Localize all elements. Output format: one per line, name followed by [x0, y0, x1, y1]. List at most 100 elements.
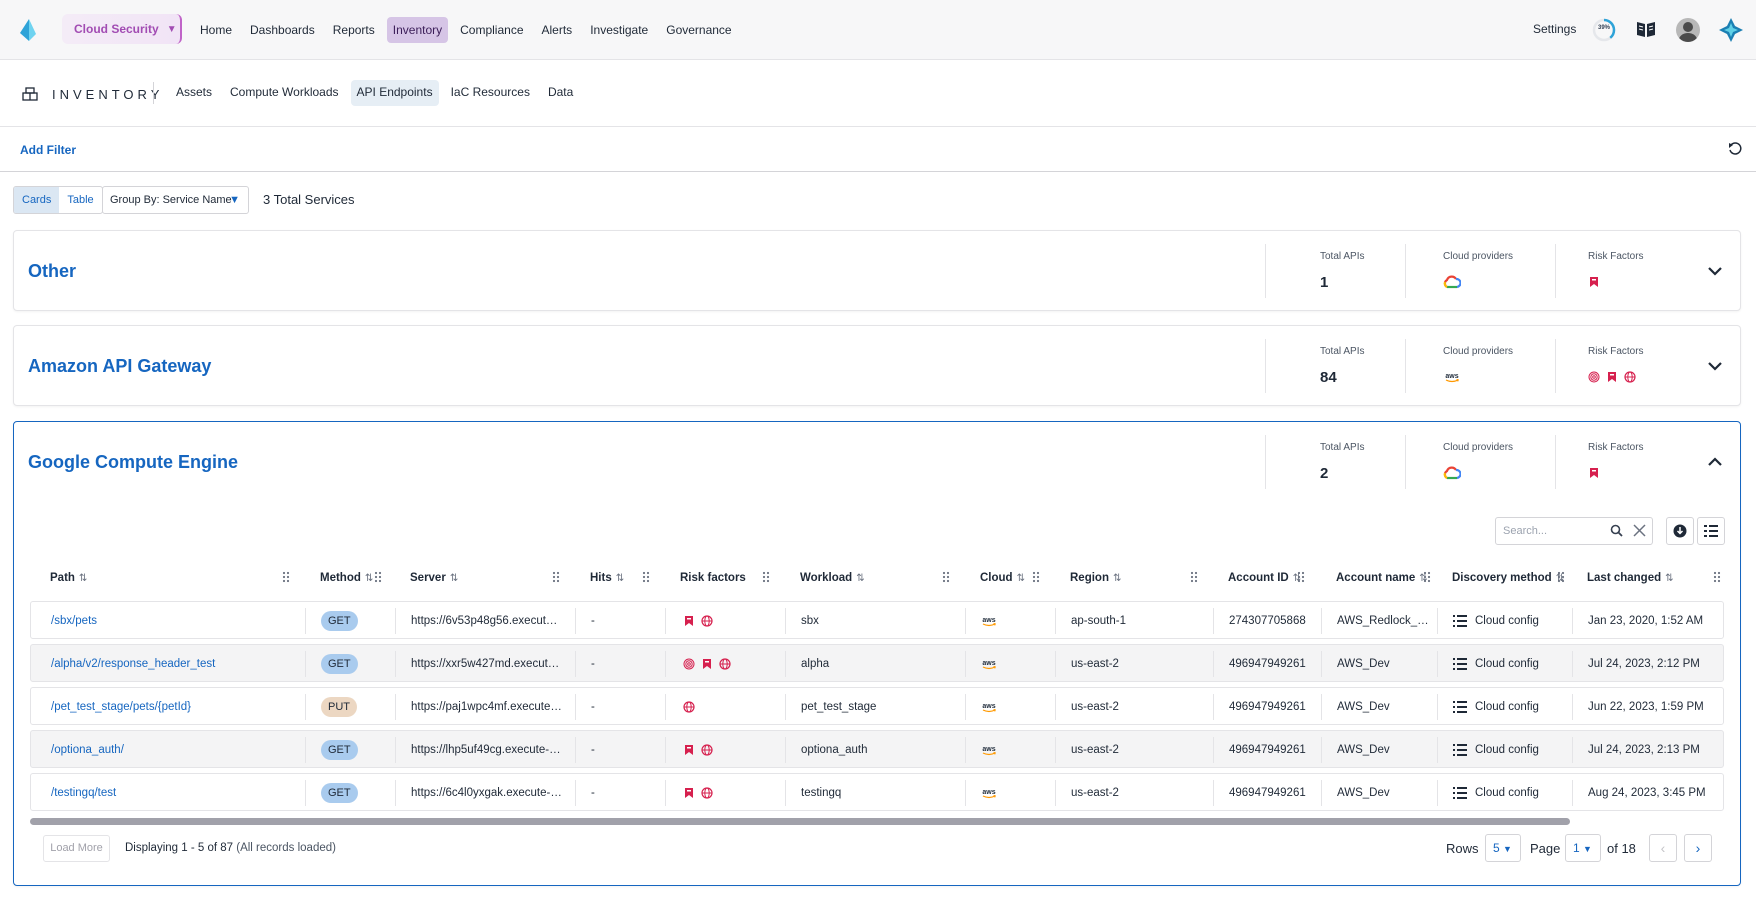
nav-item-alerts[interactable]: Alerts: [536, 17, 579, 43]
path-link[interactable]: /sbx/pets: [51, 602, 301, 640]
next-page-button[interactable]: ›: [1684, 834, 1712, 862]
total-apis-label: Total APIs: [1320, 251, 1365, 262]
sort-icon[interactable]: ⇅: [450, 573, 458, 584]
column-header-workload[interactable]: Workload ⇅: [800, 569, 865, 587]
group-by-select[interactable]: Group By: Service Name ▼: [102, 186, 249, 214]
column-header-method[interactable]: Method ⇅: [320, 569, 373, 587]
column-header-discovery-method[interactable]: Discovery method ⇅: [1452, 569, 1564, 587]
nav-item-compliance[interactable]: Compliance: [454, 17, 529, 43]
tab-data[interactable]: Data: [542, 80, 579, 106]
nav-item-inventory[interactable]: Inventory: [386, 17, 449, 43]
progress-indicator[interactable]: 39%: [1592, 18, 1616, 42]
service-name[interactable]: Amazon API Gateway: [28, 356, 211, 377]
tab-assets[interactable]: Assets: [170, 80, 218, 106]
sort-icon[interactable]: ⇅: [856, 573, 864, 584]
download-button[interactable]: [1666, 517, 1694, 545]
view-table-button[interactable]: Table: [59, 187, 101, 213]
table-search-input[interactable]: Search...: [1495, 517, 1653, 545]
nav-item-reports[interactable]: Reports: [327, 17, 381, 43]
tab-api-endpoints[interactable]: API Endpoints: [350, 80, 439, 106]
cell-divider: [965, 651, 966, 677]
chevron-up-icon[interactable]: [1706, 453, 1724, 471]
prev-page-button[interactable]: ‹: [1649, 834, 1677, 862]
nav-item-dashboards[interactable]: Dashboards: [244, 17, 321, 43]
column-header-risk-factors[interactable]: Risk factors: [680, 569, 746, 587]
column-drag-handle-icon[interactable]: [1297, 571, 1305, 583]
chevron-down-icon[interactable]: [1706, 262, 1724, 280]
chevron-down-icon[interactable]: [1706, 357, 1724, 375]
last-changed: Jan 23, 2020, 1:52 AM: [1588, 615, 1704, 627]
nav-item-home[interactable]: Home: [194, 17, 238, 43]
column-header-server[interactable]: Server ⇅: [410, 569, 458, 587]
reset-icon[interactable]: [1728, 142, 1742, 156]
add-filter-button[interactable]: Add Filter: [20, 143, 76, 157]
column-drag-handle-icon[interactable]: [762, 571, 770, 583]
column-header-region[interactable]: Region ⇅: [1070, 569, 1121, 587]
list-icon: [1453, 615, 1467, 627]
column-drag-handle-icon[interactable]: [282, 571, 290, 583]
column-drag-handle-icon[interactable]: [1713, 571, 1721, 583]
globe-risk-icon: [719, 658, 731, 670]
assistant-sparkle-icon[interactable]: [1718, 17, 1744, 43]
sort-icon[interactable]: ⇅: [616, 573, 624, 584]
cell-divider: [575, 608, 576, 634]
method-badge: GET: [321, 783, 358, 803]
nav-item-investigate[interactable]: Investigate: [584, 17, 654, 43]
risk-factor-icons: [1588, 369, 1718, 385]
column-drag-handle-icon[interactable]: [942, 571, 950, 583]
book-icon[interactable]: [1636, 20, 1656, 38]
sort-icon[interactable]: ⇅: [1665, 573, 1673, 584]
column-header-last-changed[interactable]: Last changed ⇅: [1587, 569, 1674, 587]
column-header-cloud[interactable]: Cloud ⇅: [980, 569, 1025, 587]
page-select[interactable]: 1 ▼: [1565, 834, 1601, 862]
table-row[interactable]: /optiona_auth/GET https://lhp5uf49cg.exec…: [30, 730, 1724, 768]
prisma-logo-icon[interactable]: [16, 17, 42, 43]
cell-divider: [665, 737, 666, 763]
clear-icon[interactable]: [1633, 524, 1646, 537]
table-row[interactable]: /alpha/v2/response_header_test GET https:/…: [30, 644, 1724, 682]
product-switcher[interactable]: Cloud Security ▼: [62, 14, 182, 44]
sort-icon[interactable]: ⇅: [1113, 573, 1121, 584]
cell-divider: [1437, 651, 1438, 677]
cell-divider: [305, 651, 306, 677]
service-card[interactable]: Other Total APIs 1 Cloud providers Risk Fact…: [13, 230, 1741, 311]
table-row[interactable]: /pet_test_stage/pets/{petId} PUT https://p…: [30, 687, 1724, 725]
column-drag-handle-icon[interactable]: [552, 571, 560, 583]
horizontal-scrollbar[interactable]: [30, 818, 1570, 825]
column-header-hits[interactable]: Hits ⇅: [590, 569, 624, 587]
table-row[interactable]: /sbx/pets GET https://6v53p48g56.execute-.…: [30, 601, 1724, 639]
user-avatar[interactable]: [1676, 18, 1700, 42]
tab-iac-resources[interactable]: IaC Resources: [445, 80, 536, 106]
rows-per-page-select[interactable]: 5 ▼: [1485, 834, 1521, 862]
column-drag-handle-icon[interactable]: [374, 571, 382, 583]
path-link[interactable]: /testingq/test: [51, 774, 301, 812]
group-by-label: Group By: Service Name: [110, 194, 232, 206]
total-apis-value: 1: [1320, 274, 1329, 291]
path-link[interactable]: /pet_test_stage/pets/{petId}: [51, 688, 301, 726]
sort-icon[interactable]: ⇅: [79, 573, 87, 584]
nav-item-governance[interactable]: Governance: [660, 17, 737, 43]
column-header-account-id[interactable]: Account ID ⇅: [1228, 569, 1301, 587]
table-row[interactable]: /testingq/test GET https://6c4l0yxgak.exec…: [30, 773, 1724, 811]
column-settings-button[interactable]: [1697, 517, 1725, 545]
column-drag-handle-icon[interactable]: [1557, 571, 1565, 583]
column-drag-handle-icon[interactable]: [642, 571, 650, 583]
load-more-button[interactable]: Load More: [43, 835, 110, 862]
view-cards-button[interactable]: Cards: [14, 187, 60, 213]
sort-icon[interactable]: ⇅: [365, 573, 373, 584]
column-header-path[interactable]: Path ⇅: [50, 569, 87, 587]
settings-link[interactable]: Settings: [1533, 22, 1576, 36]
service-name[interactable]: Other: [28, 261, 76, 282]
column-header-account-name[interactable]: Account name ⇅: [1336, 569, 1428, 587]
service-card[interactable]: Amazon API Gateway Total APIs 84 Cloud prov…: [13, 325, 1741, 406]
path-link[interactable]: /optiona_auth/: [51, 731, 301, 769]
column-drag-handle-icon[interactable]: [1423, 571, 1431, 583]
sort-icon[interactable]: ⇅: [1017, 573, 1025, 584]
column-drag-handle-icon[interactable]: [1190, 571, 1198, 583]
search-icon: [1610, 524, 1623, 537]
stat-divider: [1405, 339, 1406, 393]
service-name[interactable]: Google Compute Engine: [28, 452, 238, 473]
path-link[interactable]: /alpha/v2/response_header_test: [51, 645, 301, 683]
tab-compute-workloads[interactable]: Compute Workloads: [224, 80, 345, 106]
column-drag-handle-icon[interactable]: [1032, 571, 1040, 583]
